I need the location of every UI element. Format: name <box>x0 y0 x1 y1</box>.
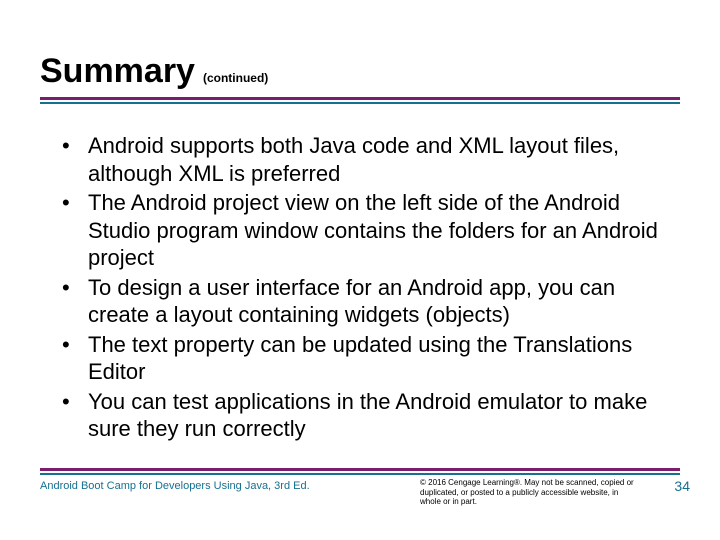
heading-rule-primary <box>40 97 680 100</box>
footer-rule-secondary <box>40 473 680 475</box>
page-number: 34 <box>674 478 690 494</box>
heading-title: Summary <box>40 52 195 91</box>
list-item: To design a user interface for an Androi… <box>58 274 666 329</box>
list-item: The text property can be updated using t… <box>58 331 666 386</box>
footer-rule <box>40 468 680 475</box>
list-item: You can test applications in the Android… <box>58 388 666 443</box>
footer-copyright: © 2016 Cengage Learning®. May not be sca… <box>420 478 640 507</box>
heading-subtitle: (continued) <box>203 71 268 85</box>
list-item: The Android project view on the left sid… <box>58 189 666 272</box>
heading-rule-secondary <box>40 102 680 104</box>
heading-line: Summary (continued) <box>40 52 680 91</box>
bullet-list: Android supports both Java code and XML … <box>58 132 666 445</box>
footer-book-title: Android Boot Camp for Developers Using J… <box>40 480 310 492</box>
heading: Summary (continued) <box>40 52 680 104</box>
slide: Summary (continued) Android supports bot… <box>0 0 720 540</box>
list-item: Android supports both Java code and XML … <box>58 132 666 187</box>
footer-rule-primary <box>40 468 680 471</box>
